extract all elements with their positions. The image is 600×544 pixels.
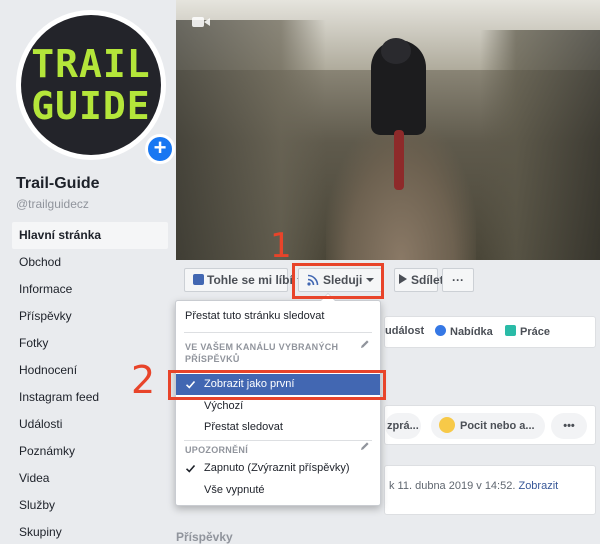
tab-jobs-label: Práce xyxy=(520,326,550,338)
page-info-date: k 11. dubna 2019 v 14:52. xyxy=(389,480,516,492)
video-camera-icon xyxy=(192,17,210,27)
menu-item-all-off[interactable]: Vše vypnuté xyxy=(176,480,380,501)
cover-trees-right xyxy=(480,30,600,260)
composer-options-card: zprá... Pocit nebo a... ••• xyxy=(384,405,596,445)
menu-heading-notifications: UPOZORNĚNÍ xyxy=(185,445,249,455)
composer-feeling-label: Pocit nebo a... xyxy=(460,420,535,432)
nav-item-videos[interactable]: Videa xyxy=(12,465,168,492)
briefcase-icon xyxy=(505,325,516,336)
page-name[interactable]: Trail-Guide xyxy=(16,175,100,193)
like-page-button[interactable]: Tohle se mi líbí xyxy=(184,268,305,292)
annotation-step-1: 1 xyxy=(270,226,292,266)
cover-bike xyxy=(394,130,404,190)
like-label: Tohle se mi líbí xyxy=(207,273,293,287)
menu-heading-news-feed: VE VAŠEM KANÁLU VYBRANÝCH PŘÍSPĚVKŮ xyxy=(185,342,339,364)
tab-offer-label: Nabídka xyxy=(450,326,493,338)
composer-message-pill[interactable]: zprá... xyxy=(385,413,421,439)
page-action-bar: Tohle se mi líbí Sleduji Sdílet ··· xyxy=(176,262,600,298)
page-info-card: k 11. dubna 2019 v 14:52. Zobrazit xyxy=(384,465,596,515)
nav-item-home[interactable]: Hlavní stránka xyxy=(12,222,168,249)
cover-video[interactable] xyxy=(176,0,600,260)
nav-item-photos[interactable]: Fotky xyxy=(12,330,168,357)
menu-divider xyxy=(184,440,372,441)
pencil-edit-icon[interactable] xyxy=(360,441,370,451)
offer-tag-icon xyxy=(435,325,446,336)
trail-guide-logo: TRAIL GUIDE xyxy=(21,15,161,155)
annotation-highlight-see-first xyxy=(168,370,386,400)
annotation-step-2: 2 xyxy=(131,358,156,402)
nav-item-notes[interactable]: Poznámky xyxy=(12,438,168,465)
composer-more-pill[interactable]: ••• xyxy=(551,413,587,439)
nav-item-groups[interactable]: Skupiny xyxy=(12,519,168,544)
cover-rider-helmet xyxy=(381,38,411,64)
nav-item-info[interactable]: Informace xyxy=(12,276,168,303)
smiley-icon xyxy=(439,417,455,433)
menu-item-notifications-on[interactable]: Zapnuto (Zvýraznit příspěvky) xyxy=(176,458,380,479)
thumbs-up-icon xyxy=(193,274,204,285)
menu-item-notifications-on-label: Zapnuto (Zvýraznit příspěvky) xyxy=(204,462,350,474)
menu-divider xyxy=(184,332,372,333)
nav-item-events[interactable]: Události xyxy=(12,411,168,438)
nav-item-posts[interactable]: Příspěvky xyxy=(12,303,168,330)
pencil-edit-icon[interactable] xyxy=(360,339,370,349)
checkmark-icon xyxy=(186,464,195,473)
nav-item-shop[interactable]: Obchod xyxy=(12,249,168,276)
nav-item-services[interactable]: Služby xyxy=(12,492,168,519)
logo-line-1: TRAIL xyxy=(31,42,151,86)
share-button[interactable]: Sdílet xyxy=(394,268,444,292)
page-info-text: k 11. dubna 2019 v 14:52. Zobrazit xyxy=(389,480,558,492)
composer-feeling-pill[interactable]: Pocit nebo a... xyxy=(431,413,545,439)
posts-section-heading: Příspěvky xyxy=(176,530,233,544)
show-link[interactable]: Zobrazit xyxy=(518,480,558,492)
cover-trees-left xyxy=(176,20,326,260)
profile-picture[interactable]: TRAIL GUIDE + xyxy=(16,10,175,164)
page-sidebar: TRAIL GUIDE + Trail-Guide @trailguidecz … xyxy=(0,0,176,544)
following-dropdown-menu: Přestat tuto stránku sledovat VE VAŠEM K… xyxy=(175,293,381,506)
tab-event[interactable]: událost xyxy=(385,325,424,337)
page-handle[interactable]: @trailguidecz xyxy=(16,197,89,211)
create-post-tabs-card: událost Nabídka Práce xyxy=(384,316,596,348)
menu-item-unfollow-page[interactable]: Přestat tuto stránku sledovat xyxy=(176,306,380,327)
logo-line-2: GUIDE xyxy=(31,84,151,128)
tab-jobs[interactable]: Práce xyxy=(505,325,550,338)
menu-item-stop-following[interactable]: Přestat sledovat xyxy=(176,417,380,438)
tab-offer[interactable]: Nabídka xyxy=(435,325,493,338)
more-options-button[interactable]: ··· xyxy=(442,268,474,292)
annotation-highlight-follow xyxy=(292,263,384,299)
share-label: Sdílet xyxy=(411,273,444,287)
share-arrow-icon xyxy=(399,274,407,284)
add-photo-plus-icon[interactable]: + xyxy=(145,134,175,164)
